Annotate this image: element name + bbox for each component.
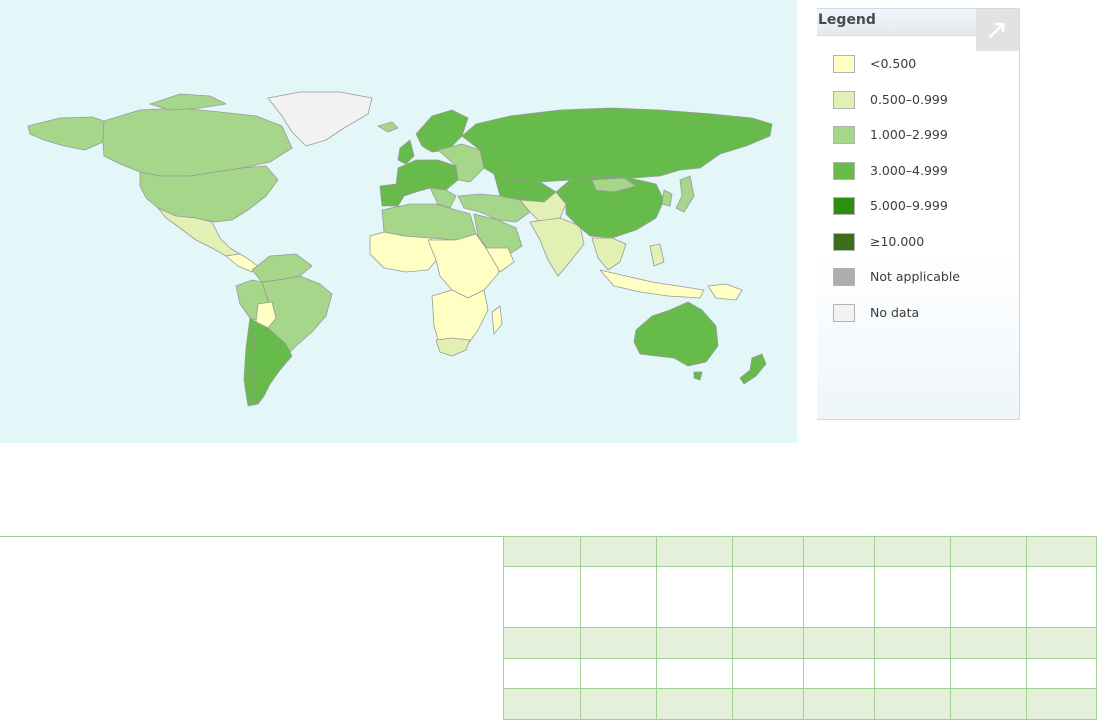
legend-item: 3.000–4.999 <box>833 161 960 198</box>
legend-label: 0.500–0.999 <box>870 91 948 107</box>
legend-label: No data <box>870 304 920 320</box>
legend-swatch <box>833 55 855 73</box>
legend-item: 1.000–2.999 <box>833 126 960 162</box>
region-new-zealand[interactable] <box>739 353 767 385</box>
table-cell <box>803 658 875 689</box>
legend-swatch <box>833 161 855 180</box>
table-cell <box>874 688 951 720</box>
table-row <box>503 536 1097 567</box>
legend-label: 1.000–2.999 <box>870 127 948 142</box>
table-cell <box>580 688 657 720</box>
table-cell <box>874 566 951 628</box>
region-australia[interactable] <box>633 301 719 367</box>
legend-label: <0.500 <box>870 56 917 71</box>
region-alaska[interactable] <box>27 116 105 151</box>
table-cell <box>580 627 657 659</box>
table-cell <box>580 536 657 567</box>
legend-item: 5.000–9.999 <box>833 197 960 233</box>
legend-label: 3.000–4.999 <box>870 162 948 178</box>
table-cell <box>503 658 581 689</box>
legend-item: No data <box>833 303 960 340</box>
table-cell <box>656 627 733 659</box>
table-cell <box>580 566 657 628</box>
region-south-africa[interactable] <box>435 337 471 357</box>
table-cell <box>950 627 1027 659</box>
table-cell <box>1026 536 1097 567</box>
region-western-europe[interactable] <box>395 159 459 197</box>
legend-title: Legend <box>818 12 876 28</box>
region-tasmania[interactable] <box>693 371 703 381</box>
table-cell <box>503 627 581 659</box>
table-cell <box>732 658 804 689</box>
region-west-africa[interactable] <box>369 231 441 273</box>
region-india[interactable] <box>529 217 585 277</box>
region-iceland[interactable] <box>377 121 399 133</box>
table-cell <box>656 536 733 567</box>
legend-swatch <box>833 90 855 109</box>
table-cell <box>580 658 657 689</box>
world-map[interactable] <box>0 0 797 443</box>
legend-swatch <box>833 303 855 322</box>
table-cell <box>732 566 804 628</box>
table-cell <box>1026 688 1097 720</box>
table-row <box>503 566 1097 628</box>
table-cell <box>503 566 581 628</box>
table-cell <box>503 688 581 720</box>
table-cell <box>1026 627 1097 659</box>
table-row <box>503 627 1097 659</box>
legend-item: Not applicable <box>833 268 960 304</box>
region-canada-arctic-islands[interactable] <box>149 93 227 111</box>
expand-button[interactable] <box>976 9 1019 51</box>
table-cell <box>503 536 581 567</box>
table-cell <box>656 658 733 689</box>
region-new-guinea[interactable] <box>707 283 743 301</box>
region-uk[interactable] <box>397 139 415 165</box>
table-cell <box>656 688 733 720</box>
table-cell <box>950 688 1027 720</box>
legend-item: 0.500–0.999 <box>833 90 960 127</box>
legend-item: <0.500 <box>833 55 960 91</box>
region-philippines[interactable] <box>649 243 665 267</box>
data-table <box>503 536 1097 720</box>
legend-swatch <box>833 268 855 286</box>
region-korea[interactable] <box>661 189 673 207</box>
legend-label: 5.000–9.999 <box>870 198 948 213</box>
table-cell <box>950 566 1027 628</box>
region-indochina[interactable] <box>591 237 627 271</box>
region-indonesia[interactable] <box>599 269 705 299</box>
table-cell <box>1026 566 1097 628</box>
legend-panel: Legend <0.500 0.500–0.999 1.000–2.999 3.000… <box>817 8 1020 420</box>
table-cell <box>732 536 804 567</box>
table-cell <box>803 627 875 659</box>
table-cell <box>656 566 733 628</box>
region-japan[interactable] <box>675 175 695 213</box>
table-cell <box>874 658 951 689</box>
table-cell <box>950 536 1027 567</box>
legend-swatch <box>833 232 855 251</box>
table-row <box>503 658 1097 689</box>
region-madagascar[interactable] <box>491 305 503 335</box>
legend-swatch <box>833 197 855 215</box>
legend-items: <0.500 0.500–0.999 1.000–2.999 3.000–4.999 5… <box>833 55 960 339</box>
table-cell <box>803 566 875 628</box>
data-table-body <box>503 536 1097 720</box>
table-cell <box>950 658 1027 689</box>
legend-item: ≥10.000 <box>833 232 960 269</box>
table-cell <box>874 627 951 659</box>
table-divider <box>0 536 503 537</box>
data-table-area <box>0 536 1097 721</box>
table-cell <box>803 688 875 720</box>
legend-label: ≥10.000 <box>870 233 925 249</box>
table-cell <box>732 627 804 659</box>
table-row <box>503 688 1097 720</box>
choropleth-map[interactable] <box>0 0 797 443</box>
table-cell <box>732 688 804 720</box>
table-cell <box>1026 658 1097 689</box>
legend-swatch <box>833 126 855 144</box>
legend-label: Not applicable <box>870 269 960 284</box>
region-russia[interactable] <box>461 107 773 183</box>
expand-arrow-icon <box>988 22 1005 39</box>
table-cell <box>874 536 951 567</box>
table-cell <box>803 536 875 567</box>
